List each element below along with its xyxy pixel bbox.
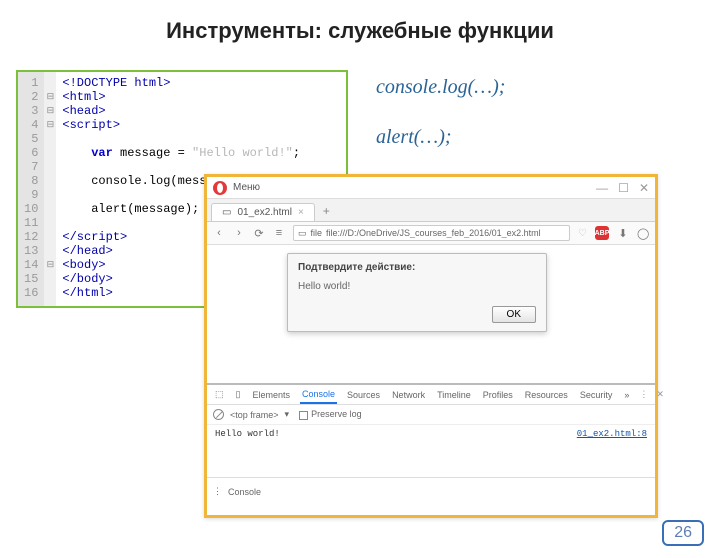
- devtools-tabstrip: ⬚ ▯ Elements Console Sources Network Tim…: [207, 385, 655, 405]
- browser-titlebar: Меню — ☐ ✕: [207, 177, 655, 199]
- favorite-icon[interactable]: ♡: [578, 228, 587, 239]
- browser-tab-strip: ▭ 01_ex2.html × +: [207, 199, 655, 221]
- callout-alert: alert(…);: [376, 126, 452, 149]
- slide-title: Инструменты: служебные функции: [0, 18, 720, 44]
- drawer-settings-icon[interactable]: ⋮: [213, 486, 222, 497]
- clear-console-icon[interactable]: [213, 409, 224, 420]
- tab-title: 01_ex2.html: [237, 207, 291, 218]
- url-scheme-label: file: [311, 228, 323, 238]
- tab-close-icon[interactable]: ×: [298, 207, 304, 218]
- devtools-overflow-icon[interactable]: »: [622, 387, 631, 403]
- alert-message: Hello world!: [298, 281, 536, 292]
- code-fold-column: ⊟⊟⊟⊟: [44, 72, 56, 306]
- back-icon[interactable]: ‹: [213, 227, 225, 239]
- devtools-tab-resources[interactable]: Resources: [523, 387, 570, 403]
- code-gutter: 12345678910111213141516: [18, 72, 44, 306]
- window-close-icon[interactable]: ✕: [639, 181, 649, 195]
- drawer-console-label[interactable]: Console: [228, 487, 261, 497]
- frame-selector-chevron-icon[interactable]: ▾: [285, 409, 290, 420]
- forward-icon[interactable]: ›: [233, 227, 245, 239]
- frame-selector[interactable]: <top frame>: [230, 410, 279, 420]
- console-log-message: Hello world!: [215, 429, 280, 473]
- callout-console-log: console.log(…);: [376, 76, 505, 99]
- devtools-tab-security[interactable]: Security: [578, 387, 615, 403]
- js-alert-dialog: Подтвердите действие: Hello world! OK: [287, 253, 547, 332]
- opera-logo-icon: [213, 181, 227, 195]
- tab-favicon-icon: ▭: [222, 207, 231, 218]
- devtools-tab-elements[interactable]: Elements: [250, 387, 292, 403]
- devtools-tab-sources[interactable]: Sources: [345, 387, 382, 403]
- preserve-log-checkbox[interactable]: [299, 411, 308, 420]
- home-icon[interactable]: ≡: [273, 227, 285, 239]
- browser-viewport: Подтвердите действие: Hello world! OK: [207, 245, 655, 383]
- devtools-tab-profiles[interactable]: Profiles: [481, 387, 515, 403]
- window-minimize-icon[interactable]: —: [596, 181, 608, 195]
- devtools-tab-console[interactable]: Console: [300, 386, 337, 404]
- abp-badge-icon[interactable]: ABP: [595, 226, 609, 240]
- url-text: file:///D:/OneDrive/JS_courses_feb_2016/…: [326, 228, 565, 238]
- profile-icon[interactable]: ◯: [637, 227, 649, 240]
- browser-window: Меню — ☐ ✕ ▭ 01_ex2.html × + ‹ › ⟳ ≡ ▭ f…: [204, 174, 658, 518]
- devtools-tab-network[interactable]: Network: [390, 387, 427, 403]
- devtools-device-icon[interactable]: ▯: [234, 386, 243, 403]
- devtools-console-toolbar: <top frame> ▾ Preserve log: [207, 405, 655, 425]
- page-number-badge: 26: [662, 520, 704, 546]
- browser-menu-label[interactable]: Меню: [233, 182, 260, 193]
- address-bar[interactable]: ▭ file file:///D:/OneDrive/JS_courses_fe…: [293, 225, 570, 241]
- devtools-drawer: ⋮ Console: [207, 477, 655, 505]
- devtools-settings-icon[interactable]: ⋮: [639, 389, 648, 400]
- download-icon[interactable]: ⬇: [617, 227, 629, 240]
- browser-tab[interactable]: ▭ 01_ex2.html ×: [211, 203, 315, 221]
- devtools-inspect-icon[interactable]: ⬚: [213, 386, 226, 403]
- alert-title: Подтвердите действие:: [298, 262, 536, 273]
- alert-ok-button[interactable]: OK: [492, 306, 536, 323]
- browser-toolbar: ‹ › ⟳ ≡ ▭ file file:///D:/OneDrive/JS_co…: [207, 221, 655, 245]
- console-output: Hello world! 01_ex2.html:8: [207, 425, 655, 477]
- console-log-source-link[interactable]: 01_ex2.html:8: [577, 429, 647, 473]
- devtools-tab-timeline[interactable]: Timeline: [435, 387, 473, 403]
- window-maximize-icon[interactable]: ☐: [618, 181, 629, 195]
- devtools-close-icon[interactable]: ✕: [656, 389, 664, 400]
- reload-icon[interactable]: ⟳: [253, 227, 265, 240]
- new-tab-button[interactable]: +: [315, 201, 338, 221]
- preserve-log-label: Preserve log: [311, 409, 362, 419]
- devtools-panel: ⬚ ▯ Elements Console Sources Network Tim…: [207, 383, 655, 505]
- url-scheme-icon: ▭: [298, 228, 307, 239]
